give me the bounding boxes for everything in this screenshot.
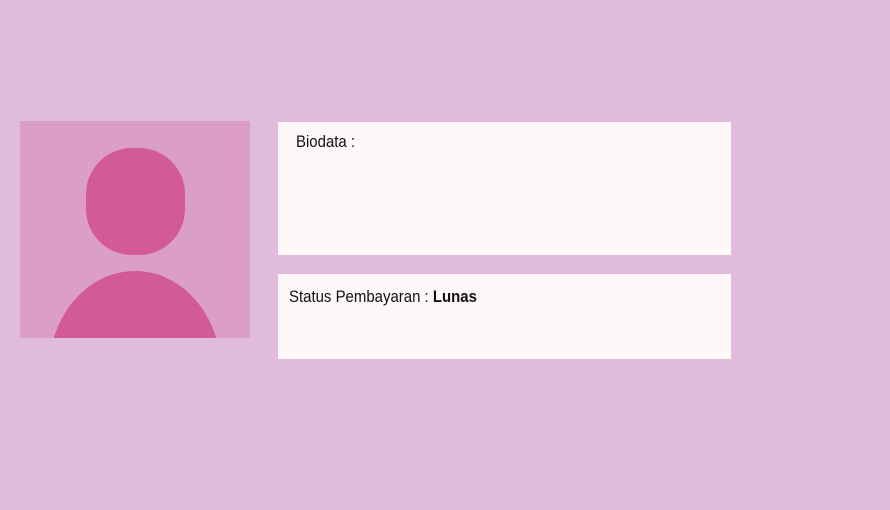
payment-status-card: Status Pembayaran : Lunas [278,274,731,359]
biodata-label: Biodata : [296,132,356,151]
payment-status-label: Status Pembayaran : [289,287,433,306]
payment-status-line: Status Pembayaran : Lunas [289,287,477,307]
user-placeholder-icon [53,148,217,338]
profile-avatar [20,121,250,338]
payment-status-value: Lunas [432,287,477,306]
biodata-card: Biodata : [278,122,731,255]
